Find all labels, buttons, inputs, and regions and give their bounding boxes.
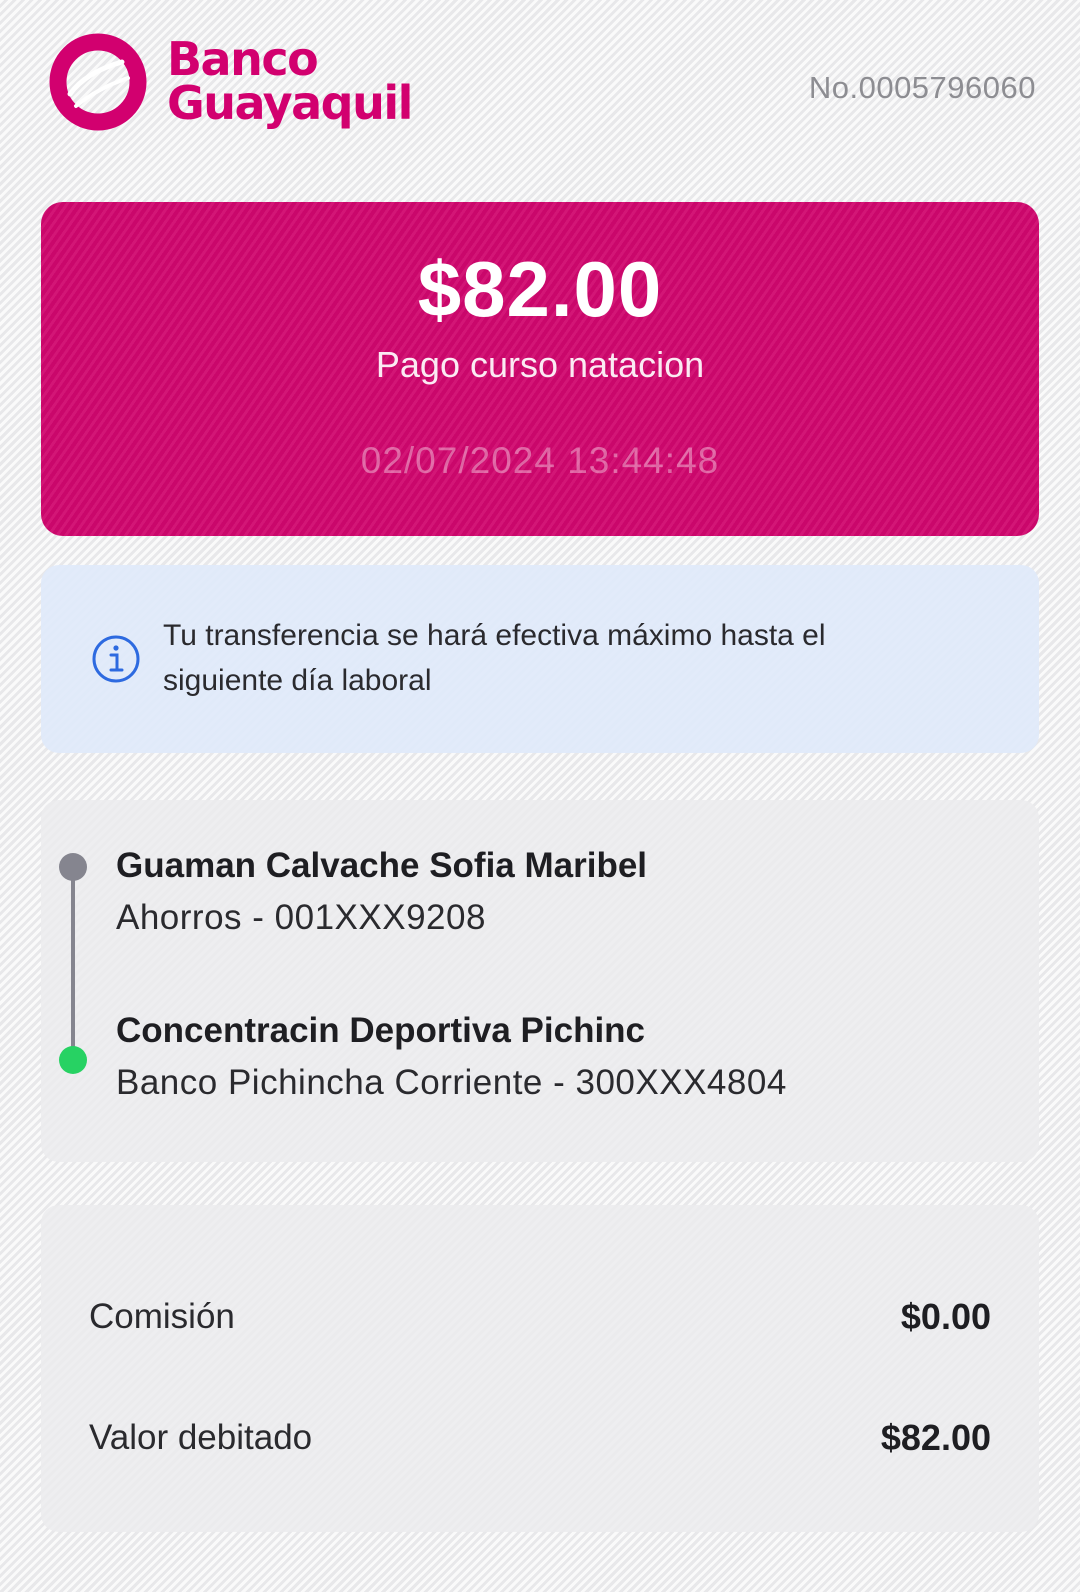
origin-dot-icon bbox=[59, 853, 87, 881]
origin-account-detail: Ahorros - 001XXX9208 bbox=[116, 898, 486, 937]
transfer-concept: Pago curso natacion bbox=[375, 344, 705, 385]
transfer-datetime: 02/07/2024 13:44:48 bbox=[360, 440, 720, 481]
reference-number: No.0005796060 bbox=[808, 70, 1036, 105]
info-icon bbox=[92, 635, 140, 683]
destination-account-name: Concentracin Deportiva Pichinc bbox=[116, 1011, 646, 1050]
brand-name: Banco Guayaquil bbox=[167, 36, 413, 130]
receipt-header: Banco Guayaquil No.0005796060 bbox=[0, 0, 1080, 175]
destination-dot-icon bbox=[59, 1046, 87, 1074]
commission-value: $0.00 bbox=[900, 1296, 991, 1337]
summary-panel: Comisión $0.00 Valor debitado $82.00 bbox=[41, 1205, 1039, 1532]
origin-account-name: Guaman Calvache Sofia Maribel bbox=[116, 846, 648, 885]
info-notice-text: Tu transferencia se hará efectiva máximo… bbox=[163, 619, 826, 697]
brand-name-line2: Guayaquil bbox=[167, 75, 413, 130]
transfer-amount: $82.00 bbox=[417, 245, 663, 333]
banco-guayaquil-logo-icon bbox=[49, 33, 147, 131]
accounts-panel: Guaman Calvache Sofia Maribel Ahorros - … bbox=[41, 800, 1039, 1162]
debited-value: $82.00 bbox=[880, 1417, 991, 1458]
destination-account-detail: Banco Pichincha Corriente - 300XXX4804 bbox=[116, 1063, 787, 1102]
amount-card: $82.00 Pago curso natacion 02/07/2024 13… bbox=[41, 202, 1039, 536]
transfer-timeline-line bbox=[71, 868, 75, 1060]
debited-label: Valor debitado bbox=[89, 1418, 313, 1457]
commission-label: Comisión bbox=[89, 1297, 235, 1336]
info-notice: Tu transferencia se hará efectiva máximo… bbox=[41, 565, 1039, 753]
